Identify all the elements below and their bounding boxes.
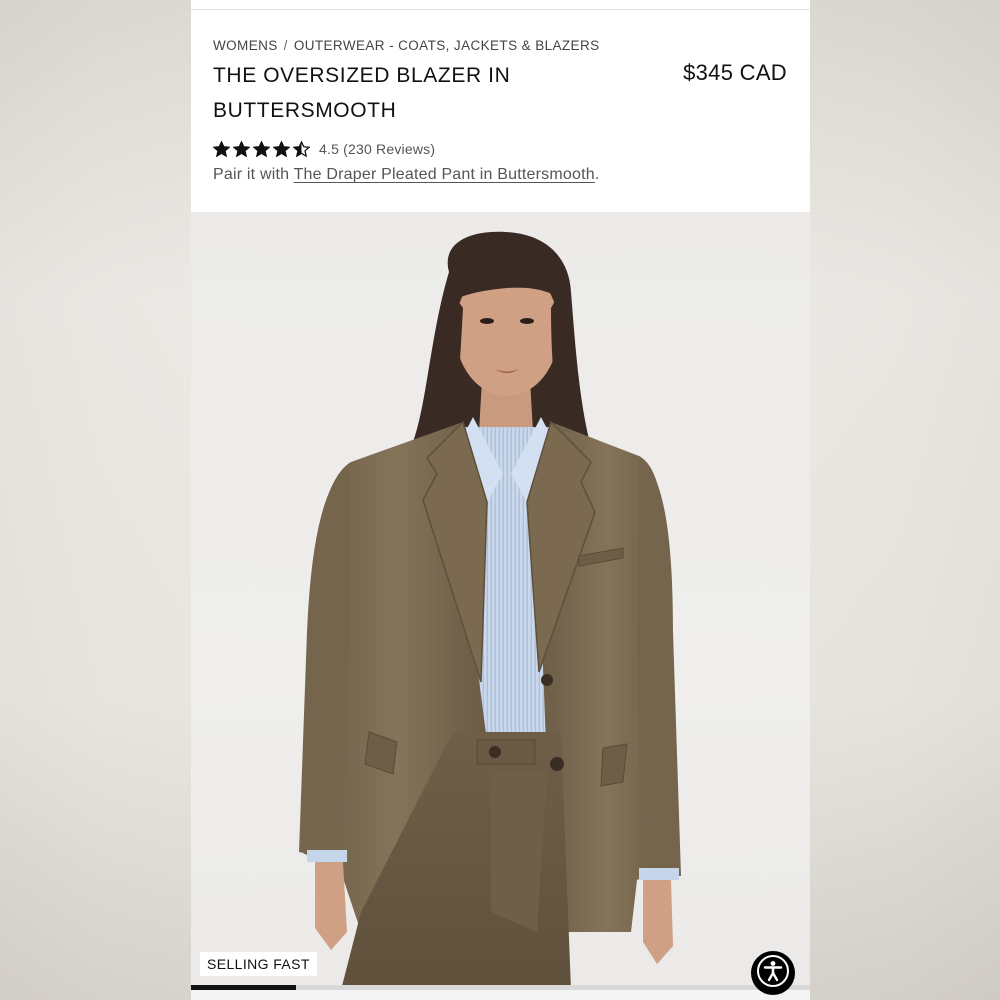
background-left [0,0,191,1000]
breadcrumb: WOMENS / OUTERWEAR - COATS, JACKETS & BLAZ… [213,38,600,53]
pair-prefix: Pair it with [213,166,294,183]
rating-stars [213,141,310,157]
accessibility-button[interactable] [751,951,795,995]
breadcrumb-item-womens[interactable]: WOMENS [213,38,278,53]
pair-it-with: Pair it with The Draper Pleated Pant in … [213,166,600,184]
bottom-strip [191,990,810,1000]
pair-product-link[interactable]: The Draper Pleated Pant in Buttersmooth [294,166,595,183]
star-icon [233,141,250,157]
star-icon [293,141,310,157]
pair-suffix: . [594,166,600,183]
star-icon [273,141,290,157]
star-icon [213,141,230,157]
selling-fast-badge: SELLING FAST [200,952,317,976]
star-icon [253,141,270,157]
product-price: $345 CAD [683,60,787,85]
accessibility-icon [756,954,790,993]
top-divider [191,9,810,10]
product-card: WOMENS / OUTERWEAR - COATS, JACKETS & BLAZ… [191,0,810,1000]
rating-row[interactable]: 4.5 (230 Reviews) [213,139,435,159]
rating-text[interactable]: 4.5 (230 Reviews) [319,141,435,157]
breadcrumb-item-outerwear[interactable]: OUTERWEAR - COATS, JACKETS & BLAZERS [294,38,600,53]
background-right [810,0,1000,1000]
product-image[interactable] [191,212,810,990]
breadcrumb-separator: / [283,38,288,53]
product-title: THE OVERSIZED BLAZER IN BUTTERSMOOTH [213,64,511,122]
